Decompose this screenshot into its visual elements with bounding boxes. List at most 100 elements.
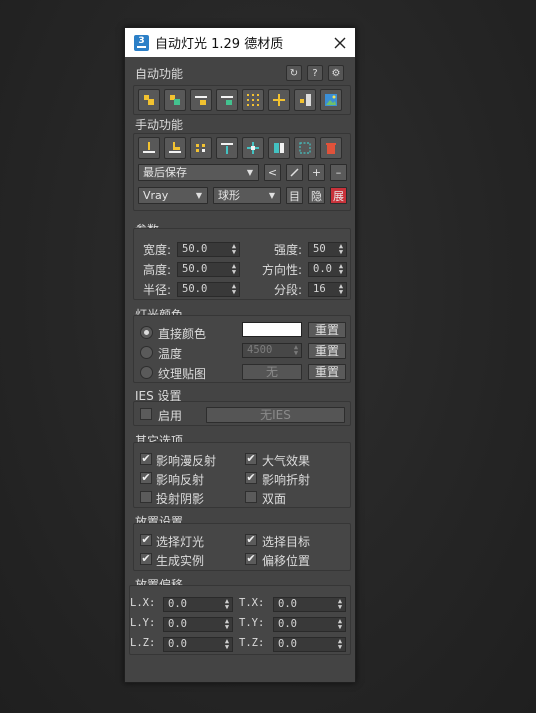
prev-preset-button[interactable]: < <box>264 164 281 181</box>
auto-light-button-1[interactable] <box>138 89 160 111</box>
intensity-spinner[interactable]: 50 ▲ ▼ <box>308 242 347 257</box>
close-button[interactable] <box>325 28 355 57</box>
affect-reflect-checkbox[interactable]: ✔ <box>140 472 152 484</box>
add-preset-button[interactable]: + <box>308 164 325 181</box>
auto-light-button-7[interactable] <box>294 89 316 111</box>
manual-button-4[interactable] <box>216 137 238 159</box>
pencil-icon <box>290 168 299 177</box>
auto-light-button-6[interactable] <box>268 89 290 111</box>
other-group: ✔ 影响漫反射 ✔ 大气效果 ✔ 影响反射 ✔ 影响折射 投射阴影 双面 <box>133 442 351 508</box>
auto-light-window: 3 自动灯光 1.29 德材质 自动功能 ↻ ? ⚙ 手动功能 最后保存 ▼ <… <box>124 27 356 683</box>
atmosphere-checkbox[interactable]: ✔ <box>245 453 257 465</box>
ies-enable-checkbox[interactable] <box>140 408 152 420</box>
renderer-dropdown[interactable]: Vray ▼ <box>138 187 208 204</box>
instance-checkbox[interactable]: ✔ <box>140 553 152 565</box>
catalog-label: 目 <box>289 189 300 203</box>
affect-refract-checkbox[interactable]: ✔ <box>245 472 257 484</box>
color-swatch[interactable] <box>242 322 302 337</box>
reset-color-button[interactable]: 重置 <box>308 322 346 338</box>
radius-label: 半径: <box>143 283 172 297</box>
segments-value: 16 <box>313 283 326 295</box>
reset-temperature-button[interactable]: 重置 <box>308 343 346 359</box>
spinner-arrows-icon: ▲ ▼ <box>231 282 237 296</box>
shape-value: 球形 <box>218 189 240 202</box>
affect-diffuse-label: 影响漫反射 <box>156 454 217 468</box>
temperature-radio[interactable] <box>140 346 153 359</box>
tx-value: 0.0 <box>278 598 297 610</box>
direction-spinner[interactable]: 0.0 ▲ ▼ <box>308 262 347 277</box>
shape-dropdown[interactable]: 球形 ▼ <box>213 187 281 204</box>
manual-button-8[interactable] <box>320 137 342 159</box>
lx-spinner[interactable]: 0.0 ▲ ▼ <box>163 597 233 612</box>
manual-button-5[interactable] <box>242 137 264 159</box>
lz-spinner[interactable]: 0.0 ▲ ▼ <box>163 637 233 652</box>
split-panel-icon <box>274 143 284 153</box>
height-spinner[interactable]: 50.0 ▲ ▼ <box>177 262 240 277</box>
manual-button-7[interactable] <box>294 137 316 159</box>
ly-spinner[interactable]: 0.0 ▲ ▼ <box>163 617 233 632</box>
select-light-checkbox[interactable]: ✔ <box>140 534 152 546</box>
offset-group: L.X: 0.0 ▲ ▼ T.X: 0.0 ▲ ▼ L.Y: 0.0 ▲ ▼ T.Y:… <box>129 585 351 655</box>
auto-light-button-2[interactable] <box>164 89 186 111</box>
place-group: ✔ 选择灯光 ✔ 选择目标 ✔ 生成实例 ✔ 偏移位置 <box>133 523 351 571</box>
auto-light-button-4[interactable] <box>216 89 238 111</box>
width-value: 50.0 <box>182 243 208 255</box>
segments-spinner[interactable]: 16 ▲ ▼ <box>308 282 347 297</box>
params-group: 宽度: 50.0 ▲ ▼ 高度: 50.0 ▲ ▼ 半径: 50.0 ▲ ▼ 强度: … <box>133 228 351 300</box>
auto-light-button-8[interactable] <box>320 89 342 111</box>
double-sided-label: 双面 <box>262 492 287 506</box>
cast-shadow-label: 投射阴影 <box>156 492 205 506</box>
texture-map-button[interactable]: 无 <box>242 364 302 380</box>
affect-diffuse-checkbox[interactable]: ✔ <box>140 453 152 465</box>
height-label: 高度: <box>143 263 172 277</box>
select-light-label: 选择灯光 <box>156 535 205 549</box>
center-icon <box>247 142 259 154</box>
manual-button-1[interactable] <box>138 137 160 159</box>
image-icon <box>325 94 337 106</box>
double-sided-checkbox[interactable] <box>245 491 257 503</box>
chevron-down-icon: ▼ <box>246 168 253 177</box>
direct-color-radio[interactable] <box>140 326 153 339</box>
intensity-value: 50 <box>313 243 326 255</box>
auto-toolbar <box>133 85 351 115</box>
temperature-spinner[interactable]: 4500 ▲ ▼ <box>242 343 302 358</box>
refresh-button[interactable]: ↻ <box>286 65 302 81</box>
ty-spinner[interactable]: 0.0 ▲ ▼ <box>273 617 346 632</box>
manual-button-6[interactable] <box>268 137 290 159</box>
width-spinner[interactable]: 50.0 ▲ ▼ <box>177 242 240 257</box>
tz-spinner[interactable]: 0.0 ▲ ▼ <box>273 637 346 652</box>
segments-label: 分段: <box>274 283 303 297</box>
auto-light-button-3[interactable] <box>190 89 212 111</box>
select-target-checkbox[interactable]: ✔ <box>245 534 257 546</box>
reset-texture-button[interactable]: 重置 <box>308 364 346 380</box>
catalog-button[interactable]: 目 <box>286 187 303 204</box>
expand-button[interactable]: 展 <box>330 187 347 204</box>
preset-dropdown[interactable]: 最后保存 ▼ <box>138 164 259 181</box>
align-bottom-icon <box>221 96 233 105</box>
texture-map-radio[interactable] <box>140 366 153 379</box>
auto-light-button-5[interactable] <box>242 89 264 111</box>
remove-preset-button[interactable]: – <box>330 164 347 181</box>
tx-spinner[interactable]: 0.0 ▲ ▼ <box>273 597 346 612</box>
manual-section-heading: 手动功能 <box>135 118 184 132</box>
help-button[interactable]: ? <box>307 65 323 81</box>
chevron-down-icon: ▼ <box>268 191 275 200</box>
edit-preset-button[interactable] <box>286 164 303 181</box>
title-bar[interactable]: 3 自动灯光 1.29 德材质 <box>125 28 355 57</box>
manual-button-2[interactable] <box>164 137 186 159</box>
radius-spinner[interactable]: 50.0 ▲ ▼ <box>177 282 240 297</box>
hang-icon <box>221 143 233 154</box>
tz-label: T.Z: <box>239 637 265 649</box>
hide-button[interactable]: 隐 <box>308 187 325 204</box>
cast-shadow-checkbox[interactable] <box>140 491 152 503</box>
ies-file-button[interactable]: 无IES <box>206 407 345 423</box>
manual-button-3[interactable] <box>190 137 212 159</box>
offset-position-checkbox[interactable]: ✔ <box>245 553 257 565</box>
spinner-arrows-icon: ▲ ▼ <box>338 242 344 256</box>
affect-reflect-label: 影响反射 <box>156 473 205 487</box>
check-icon: ✔ <box>246 533 256 546</box>
settings-button[interactable]: ⚙ <box>328 65 344 81</box>
direction-label: 方向性: <box>262 263 303 277</box>
spinner-arrows-icon: ▲ ▼ <box>224 597 230 611</box>
check-icon: ✔ <box>141 552 151 565</box>
